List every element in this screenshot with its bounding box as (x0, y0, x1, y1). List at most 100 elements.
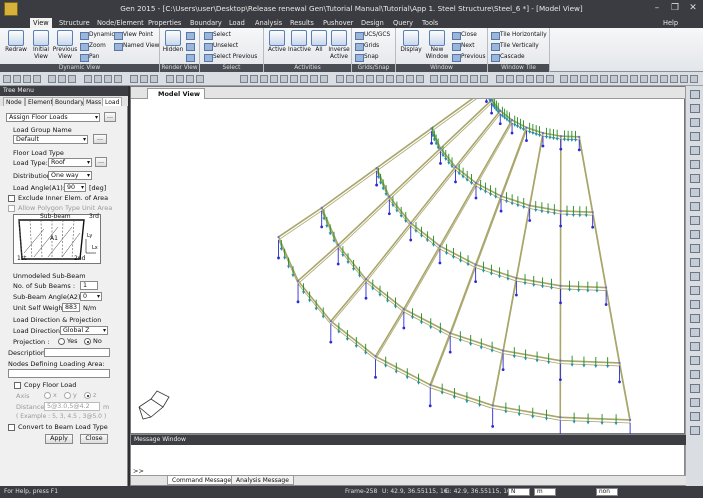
convert-beam-load-checkbox[interactable] (8, 424, 15, 431)
view-tool-icon[interactable] (690, 118, 700, 127)
unselect-button[interactable]: Unselect (204, 42, 238, 51)
tile-horizontally-button[interactable]: Tile Horizontally (491, 31, 547, 40)
support-node[interactable] (591, 225, 595, 229)
support-node[interactable] (501, 368, 505, 371)
previous-window-button[interactable]: Previous (452, 53, 486, 62)
frame-node[interactable] (429, 383, 432, 386)
support-node[interactable] (296, 300, 300, 304)
frame-node[interactable] (591, 211, 594, 214)
frame-node[interactable] (402, 307, 405, 311)
tab-analysis-message[interactable]: Analysis Message (231, 476, 294, 485)
tab-analysis[interactable]: Analysis (252, 18, 285, 28)
toolbar-icon[interactable] (590, 75, 598, 83)
support-node[interactable] (364, 296, 368, 300)
support-node[interactable] (402, 326, 406, 330)
model-view-tab[interactable]: Model View (147, 88, 206, 99)
toolbar-icon[interactable] (140, 75, 148, 83)
toolbar-icon[interactable] (3, 75, 11, 83)
support-node[interactable] (329, 340, 333, 344)
load-direction-select[interactable]: Global Z (60, 326, 108, 335)
frame-node[interactable] (430, 127, 433, 130)
tab-load[interactable]: Load (226, 18, 248, 28)
next-window-button[interactable]: Next (452, 42, 475, 51)
toolbar-icon[interactable] (450, 75, 458, 83)
toolbar-icon[interactable] (130, 75, 138, 83)
tab-boundary-tree[interactable]: Boundary (52, 97, 87, 106)
toolbar-icon[interactable] (33, 75, 41, 83)
select-button[interactable]: Select (204, 31, 231, 40)
nodes-defining-input[interactable] (8, 369, 110, 378)
support-node[interactable] (439, 162, 442, 165)
view-tool-icon[interactable] (690, 188, 700, 197)
projection-yes-radio[interactable] (58, 338, 65, 345)
toolbar-icon[interactable] (58, 75, 66, 83)
view-tool-icon[interactable] (690, 412, 700, 421)
frame-node[interactable] (439, 147, 442, 150)
frame-node[interactable] (541, 131, 545, 135)
toolbar-icon[interactable] (150, 75, 158, 83)
frame-node[interactable] (499, 109, 502, 112)
function-select[interactable]: Assign Floor Loads (6, 113, 100, 122)
toolbar-icon[interactable] (320, 75, 328, 83)
view-tool-icon[interactable] (690, 216, 700, 225)
load-group-more-button[interactable]: ... (93, 134, 107, 144)
view-tool-icon[interactable] (690, 174, 700, 183)
support-node[interactable] (374, 375, 377, 379)
support-node[interactable] (525, 139, 528, 142)
no-sub-beams-input[interactable]: 1 (80, 281, 98, 290)
support-node[interactable] (558, 378, 562, 382)
support-node[interactable] (448, 350, 452, 354)
load-type-more-button[interactable]: ... (95, 157, 107, 167)
toolbar-icon[interactable] (430, 75, 438, 83)
support-node[interactable] (510, 131, 514, 135)
view-tool-icon[interactable] (690, 132, 700, 141)
tab-view[interactable]: View (30, 18, 52, 28)
toolbar-icon[interactable] (630, 75, 638, 83)
frame-node[interactable] (474, 181, 478, 185)
frame-node[interactable] (277, 235, 280, 239)
toolbar-icon[interactable] (104, 75, 112, 83)
view-tool-icon[interactable] (690, 300, 700, 309)
toolbar-icon[interactable] (366, 75, 374, 83)
inactive-button[interactable]: Inactive (288, 30, 311, 54)
toolbar-icon[interactable] (600, 75, 608, 83)
frame-node[interactable] (618, 361, 621, 365)
view-tool-icon[interactable] (690, 258, 700, 267)
view-tool-icon[interactable] (690, 202, 700, 211)
support-node[interactable] (618, 380, 621, 384)
frame-node[interactable] (559, 359, 562, 362)
toolbar-icon[interactable] (114, 75, 122, 83)
tab-tools[interactable]: Tools (419, 18, 441, 28)
initial-view-button[interactable]: Initial View (30, 30, 52, 60)
frame-node[interactable] (409, 221, 412, 225)
toolbar-icon[interactable] (240, 75, 248, 83)
all-button[interactable]: All (310, 30, 328, 54)
toolbar-icon[interactable] (650, 75, 658, 83)
toolbar-icon[interactable] (546, 75, 554, 83)
exclude-inner-checkbox[interactable] (8, 195, 15, 202)
toolbar-icon[interactable] (580, 75, 588, 83)
function-more-button[interactable]: ... (104, 112, 116, 122)
copy-floor-load-checkbox[interactable] (14, 382, 21, 389)
tile-vertically-button[interactable]: Tile Vertically (491, 42, 539, 51)
toolbar-icon[interactable] (346, 75, 354, 83)
frame-node[interactable] (375, 166, 378, 170)
view-tool-icon[interactable] (690, 160, 700, 169)
close-button[interactable]: Close (80, 434, 108, 444)
view-tool-icon[interactable] (690, 384, 700, 393)
frame-node[interactable] (515, 276, 518, 280)
support-node[interactable] (559, 301, 562, 305)
support-node[interactable] (541, 144, 545, 148)
projection-no-radio[interactable] (84, 338, 91, 345)
frame-node[interactable] (605, 286, 608, 289)
toolbar-icon[interactable] (416, 75, 424, 83)
toolbar-icon[interactable] (496, 75, 504, 83)
view-tool-icon[interactable] (690, 328, 700, 337)
frame-node[interactable] (438, 244, 442, 248)
toolbar-icon[interactable] (396, 75, 404, 83)
force-unit-select[interactable]: N (508, 488, 530, 496)
close-window-menu[interactable]: Close (452, 31, 477, 40)
length-unit-select[interactable]: m (534, 488, 556, 496)
view-tool-icon[interactable] (690, 286, 700, 295)
previous-view-button[interactable]: Previous View (52, 30, 78, 60)
